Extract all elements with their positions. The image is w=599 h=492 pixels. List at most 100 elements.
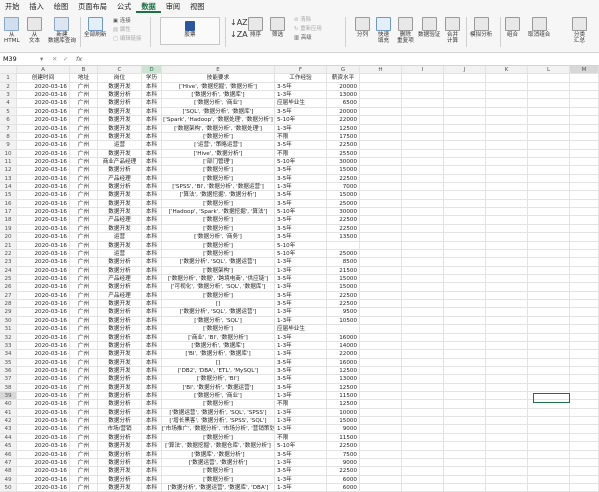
cell-g[interactable]: 16000	[327, 333, 360, 342]
row-header[interactable]: 25	[0, 275, 17, 284]
cell-g[interactable]: 8500	[327, 258, 360, 267]
cell-b[interactable]: 广州	[70, 99, 98, 108]
cell-i[interactable]	[402, 99, 444, 108]
cell-g[interactable]: 15000	[327, 275, 360, 284]
cell-d[interactable]: 本科	[142, 316, 162, 326]
cell-i[interactable]	[402, 199, 444, 209]
cell-d[interactable]: 本科	[142, 183, 162, 192]
cell-h[interactable]	[360, 300, 402, 309]
cell-i[interactable]	[402, 91, 444, 100]
row-header[interactable]: 6	[0, 116, 17, 125]
cell-g[interactable]: 10500	[327, 316, 360, 326]
cell-d[interactable]: 本科	[142, 433, 162, 443]
row-header[interactable]: 39	[0, 392, 17, 401]
cell-f[interactable]: 1-3年	[275, 183, 327, 192]
cell-e[interactable]: ['Hive', '数据分析']	[162, 149, 275, 158]
cell-f[interactable]: 应届毕业生	[275, 99, 327, 108]
row-header[interactable]: 22	[0, 249, 17, 259]
cell-d[interactable]: 本科	[142, 275, 162, 284]
cell-g[interactable]: 15000	[327, 417, 360, 426]
cell-e[interactable]: ['BI', '数据分析', '数据库']	[162, 350, 275, 359]
cell-d[interactable]: 本科	[142, 166, 162, 175]
cell-e[interactable]: ['数据分析', 'BI']	[162, 375, 275, 384]
cancel-icon[interactable]: ✕	[52, 53, 57, 65]
cell-a[interactable]: 2020-03-16	[17, 308, 70, 317]
cell-i[interactable]	[402, 392, 444, 401]
text-to-columns-button[interactable]: 分列	[355, 17, 370, 38]
cell-l[interactable]	[528, 484, 570, 492]
cell-m[interactable]	[570, 291, 599, 301]
cell-b[interactable]: 广州	[70, 149, 98, 158]
cell-l[interactable]	[528, 166, 570, 175]
cell-k[interactable]	[486, 174, 528, 184]
cell-j[interactable]	[444, 141, 486, 150]
cell-k[interactable]	[486, 325, 528, 334]
cell-a[interactable]: 2020-03-16	[17, 300, 70, 309]
row-header[interactable]: 40	[0, 400, 17, 409]
cell-m[interactable]	[570, 375, 599, 384]
tab-5[interactable]: 数据	[136, 0, 161, 13]
cell-e[interactable]: ['可视化', '数据分析', 'SQL', '数据库']	[162, 283, 275, 292]
cell-c[interactable]: 数据分析	[98, 258, 142, 267]
cell-l[interactable]	[528, 174, 570, 184]
cell-e[interactable]: ['数据分析', 'SQL', '数据运营']	[162, 258, 275, 267]
row-header[interactable]: 28	[0, 300, 17, 309]
cell-c[interactable]: 数据分析	[98, 458, 142, 468]
cell-d[interactable]: 本科	[142, 174, 162, 184]
cell-l[interactable]	[528, 107, 570, 117]
cell-d[interactable]: 本科	[142, 266, 162, 275]
cell-j[interactable]	[444, 191, 486, 200]
cell-e[interactable]: ['数据运营', '数据分析', 'SQL', 'SPSS']	[162, 408, 275, 418]
cell-a[interactable]: 2020-03-16	[17, 358, 70, 367]
sort-az-icon[interactable]: ↓AZ	[230, 19, 248, 27]
cell-g[interactable]: 22500	[327, 291, 360, 301]
cell-c[interactable]: 数据开发	[98, 484, 142, 492]
cell-e[interactable]: ['部门管理']	[162, 157, 275, 167]
cell-l[interactable]	[528, 291, 570, 301]
cell-l[interactable]	[528, 383, 570, 393]
cell-g[interactable]: 22500	[327, 216, 360, 225]
cell-h[interactable]	[360, 116, 402, 125]
cell-b[interactable]: 广州	[70, 266, 98, 275]
cell-e[interactable]: ['运营', '策略运营']	[162, 141, 275, 150]
cell-k[interactable]	[486, 375, 528, 384]
cell-b[interactable]: 广州	[70, 417, 98, 426]
cell-l[interactable]	[528, 224, 570, 234]
cell-c[interactable]: 产品经理	[98, 291, 142, 301]
cell-b[interactable]: 广州	[70, 333, 98, 342]
cell-k[interactable]	[486, 141, 528, 150]
cell-e[interactable]: ['数据分析']	[162, 433, 275, 443]
cell-m[interactable]	[570, 333, 599, 342]
cell-c[interactable]: 数据开发	[98, 116, 142, 125]
cell-e[interactable]: ['数据分析', 'SQL', '数据运营']	[162, 308, 275, 317]
cell-m[interactable]	[570, 417, 599, 426]
cell-g[interactable]: 22500	[327, 467, 360, 476]
cell-g[interactable]: 9000	[327, 458, 360, 468]
cell-a[interactable]: 2020-03-16	[17, 266, 70, 275]
cell-d[interactable]: 本科	[142, 116, 162, 125]
cell-i[interactable]	[402, 467, 444, 476]
cell-b[interactable]: 广州	[70, 199, 98, 209]
fx-icon[interactable]: fx	[76, 53, 82, 65]
row-header[interactable]: 8	[0, 132, 17, 142]
cell-i[interactable]	[402, 333, 444, 342]
cell-h[interactable]	[360, 325, 402, 334]
row-header[interactable]: 4	[0, 99, 17, 108]
row-header[interactable]: 43	[0, 425, 17, 434]
cell-k[interactable]	[486, 266, 528, 275]
cell-f[interactable]: 1-3年	[275, 350, 327, 359]
cell-l[interactable]	[528, 425, 570, 434]
cell-c[interactable]: 数据开发	[98, 442, 142, 451]
cell-k[interactable]	[486, 116, 528, 125]
cell-e[interactable]: ['数据分析', '数据库']	[162, 91, 275, 100]
cell-j[interactable]	[444, 258, 486, 267]
cell-h[interactable]	[360, 166, 402, 175]
cell-d[interactable]: 本科	[142, 124, 162, 133]
cell-a[interactable]: 2020-03-16	[17, 99, 70, 108]
cell-i[interactable]	[402, 224, 444, 234]
cell-m[interactable]	[570, 392, 599, 401]
from-text-button[interactable]: 从 文本	[27, 17, 42, 44]
cell-c[interactable]: 数据分析	[98, 99, 142, 108]
cell-g[interactable]: 25000	[327, 199, 360, 209]
cell-k[interactable]	[486, 275, 528, 284]
